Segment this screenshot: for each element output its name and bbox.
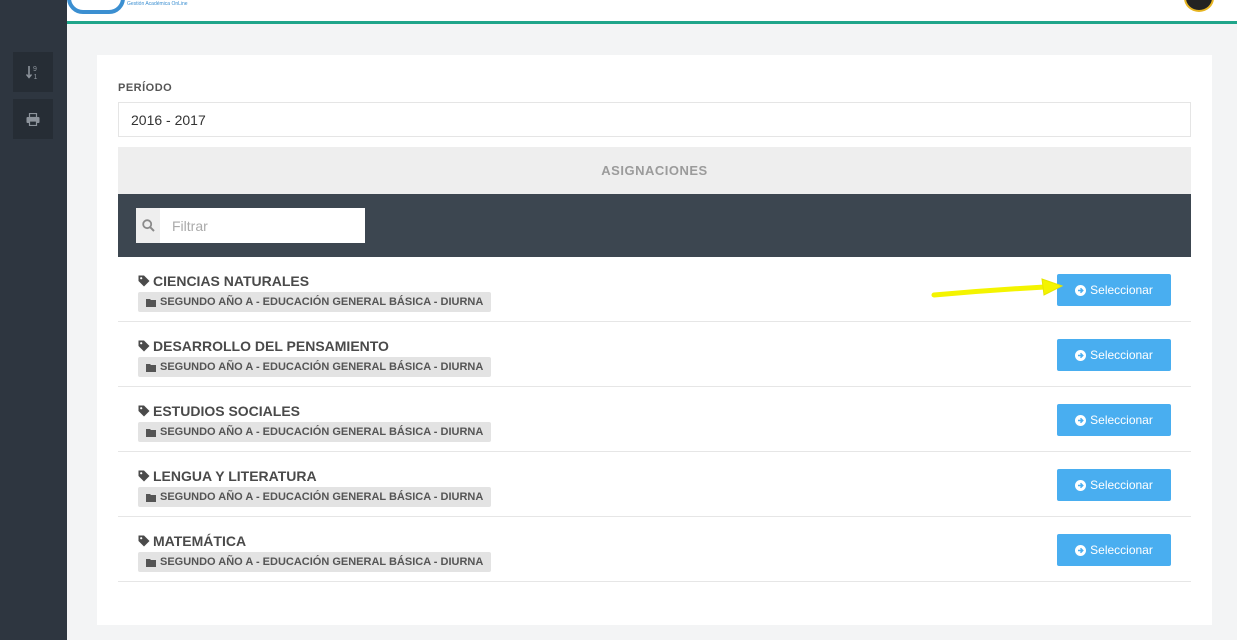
subject-name: ESTUDIOS SOCIALES xyxy=(153,403,301,419)
course-name: SEGUNDO AÑO A - EDUCACIÓN GENERAL BÁSICA… xyxy=(160,361,484,373)
subject-title: ESTUDIOS SOCIALES xyxy=(138,403,300,419)
tag-icon xyxy=(138,470,150,482)
arrow-circle-right-icon xyxy=(1075,544,1087,556)
subject-name: CIENCIAS NATURALES xyxy=(153,273,310,289)
subject-name: MATEMÁTICA xyxy=(153,533,247,549)
logo-tagline: Gestión Académica OnLine xyxy=(127,1,188,7)
arrow-circle-right-icon xyxy=(1075,284,1087,296)
tag-icon xyxy=(138,340,150,352)
subject-name: LENGUA Y LITERATURA xyxy=(153,468,317,484)
select-button[interactable]: Seleccionar xyxy=(1057,339,1171,371)
select-button-label: Seleccionar xyxy=(1090,348,1153,362)
course-badge: SEGUNDO AÑO A - EDUCACIÓN GENERAL BÁSICA… xyxy=(138,487,492,507)
assignments-list: CIENCIAS NATURALES SEGUNDO AÑO A - EDUCA… xyxy=(118,257,1191,582)
period-select[interactable]: 2016 - 2017 xyxy=(118,102,1191,137)
search-addon xyxy=(136,208,160,243)
subject-title: CIENCIAS NATURALES xyxy=(138,273,309,289)
course-badge: SEGUNDO AÑO A - EDUCACIÓN GENERAL BÁSICA… xyxy=(138,552,492,572)
arrow-circle-right-icon xyxy=(1075,414,1087,426)
annotation-arrow xyxy=(931,278,1064,298)
select-button[interactable]: Seleccionar xyxy=(1057,469,1171,501)
select-button-label: Seleccionar xyxy=(1090,478,1153,492)
arrow-circle-right-icon xyxy=(1075,349,1087,361)
select-button[interactable]: Seleccionar xyxy=(1057,534,1171,566)
filter-bar xyxy=(118,194,1191,257)
sort-numeric-button[interactable]: 9 1 xyxy=(13,52,53,92)
tag-icon xyxy=(138,405,150,417)
print-button[interactable] xyxy=(13,99,53,139)
list-item: LENGUA Y LITERATURA SEGUNDO AÑO A - EDUC… xyxy=(118,452,1191,517)
list-item: ESTUDIOS SOCIALES SEGUNDO AÑO A - EDUCAC… xyxy=(118,387,1191,452)
svg-text:1: 1 xyxy=(34,74,38,80)
folder-icon xyxy=(146,428,156,437)
tag-icon xyxy=(138,275,150,287)
search-icon xyxy=(141,219,155,232)
course-name: SEGUNDO AÑO A - EDUCACIÓN GENERAL BÁSICA… xyxy=(160,426,484,438)
select-button-label: Seleccionar xyxy=(1090,543,1153,557)
select-button-label: Seleccionar xyxy=(1090,283,1153,297)
course-badge: SEGUNDO AÑO A - EDUCACIÓN GENERAL BÁSICA… xyxy=(138,422,492,442)
assignments-panel: PERÍODO 2016 - 2017 ASIGNACIONES CIENCIA… xyxy=(97,55,1212,625)
course-badge: SEGUNDO AÑO A - EDUCACIÓN GENERAL BÁSICA… xyxy=(138,357,492,377)
folder-icon xyxy=(146,558,156,567)
app-logo[interactable]: Gestión Académica OnLine xyxy=(67,0,197,18)
svg-text:9: 9 xyxy=(33,66,37,73)
select-button-label: Seleccionar xyxy=(1090,413,1153,427)
course-name: SEGUNDO AÑO A - EDUCACIÓN GENERAL BÁSICA… xyxy=(160,491,484,503)
folder-icon xyxy=(146,363,156,372)
select-button[interactable]: Seleccionar xyxy=(1057,274,1171,306)
course-name: SEGUNDO AÑO A - EDUCACIÓN GENERAL BÁSICA… xyxy=(160,296,484,308)
filter-input[interactable] xyxy=(160,208,365,243)
subject-name: DESARROLLO DEL PENSAMIENTO xyxy=(153,338,389,354)
subject-title: DESARROLLO DEL PENSAMIENTO xyxy=(138,338,389,354)
logo-mark xyxy=(67,0,125,14)
top-bar: Gestión Académica OnLine xyxy=(67,0,1237,24)
print-icon xyxy=(26,112,40,126)
user-avatar[interactable] xyxy=(1184,0,1214,12)
folder-icon xyxy=(146,298,156,307)
arrow-circle-right-icon xyxy=(1075,479,1087,491)
course-name: SEGUNDO AÑO A - EDUCACIÓN GENERAL BÁSICA… xyxy=(160,556,484,568)
select-button[interactable]: Seleccionar xyxy=(1057,404,1171,436)
assignments-header: ASIGNACIONES xyxy=(118,147,1191,194)
period-label: PERÍODO xyxy=(118,82,173,94)
filter-group xyxy=(136,208,365,243)
left-sidebar: 9 1 xyxy=(0,0,67,640)
subject-title: MATEMÁTICA xyxy=(138,533,246,549)
folder-icon xyxy=(146,493,156,502)
tag-icon xyxy=(138,535,150,547)
list-item: DESARROLLO DEL PENSAMIENTO SEGUNDO AÑO A… xyxy=(118,322,1191,387)
course-badge: SEGUNDO AÑO A - EDUCACIÓN GENERAL BÁSICA… xyxy=(138,292,492,312)
list-item: MATEMÁTICA SEGUNDO AÑO A - EDUCACIÓN GEN… xyxy=(118,517,1191,582)
subject-title: LENGUA Y LITERATURA xyxy=(138,468,317,484)
sort-numeric-icon: 9 1 xyxy=(26,66,38,80)
